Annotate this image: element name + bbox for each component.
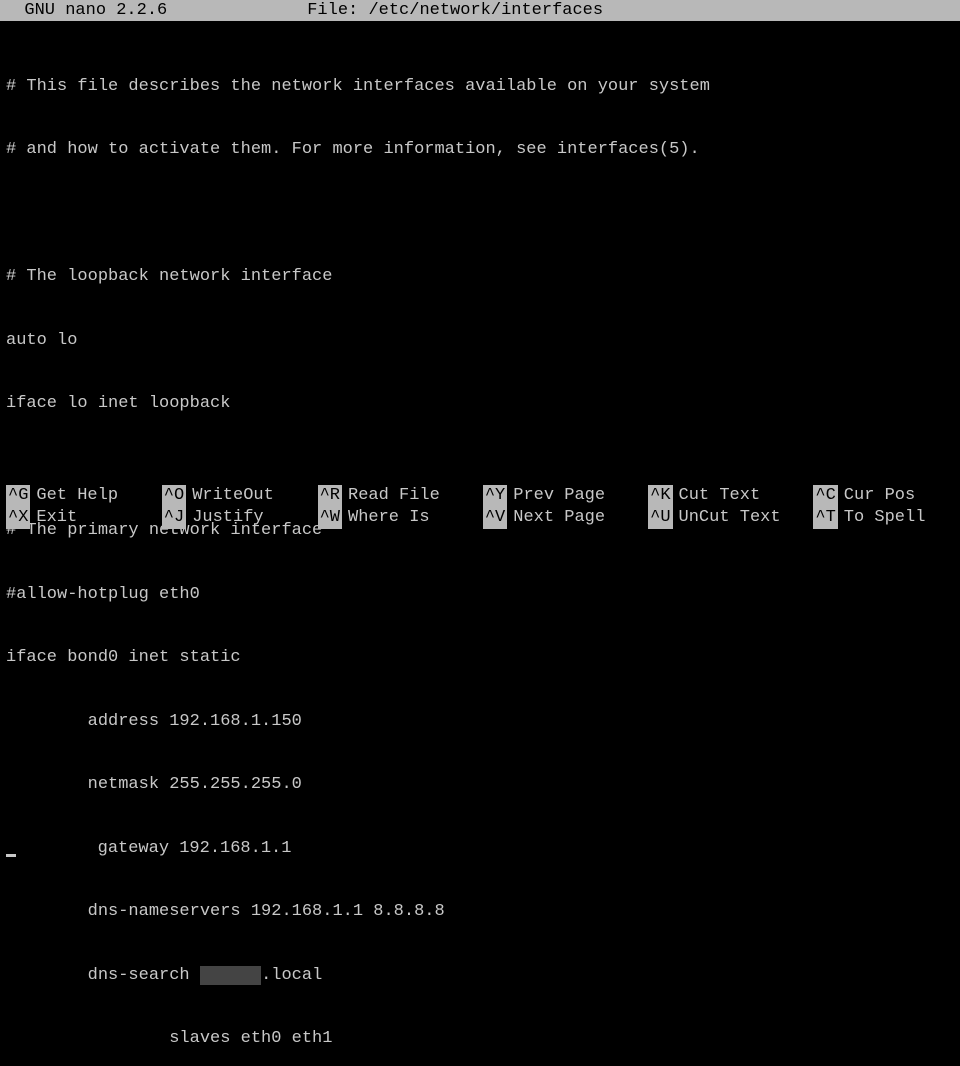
editor-line: dns-search .local [6, 965, 954, 986]
action-label: Cut Text [673, 485, 761, 506]
editor-line: # This file describes the network interf… [6, 76, 954, 97]
key-label: ^W [318, 507, 342, 528]
editor-line: # and how to activate them. For more inf… [6, 139, 954, 160]
action-label: Cur Pos [838, 485, 915, 506]
action-label: Prev Page [507, 485, 605, 506]
key-label: ^C [813, 485, 837, 506]
editor-line: dns-nameservers 192.168.1.1 8.8.8.8 [6, 901, 954, 922]
editor-line: netmask 255.255.255.0 [6, 774, 954, 795]
key-label: ^U [648, 507, 672, 528]
action-label: Get Help [30, 485, 118, 506]
editor-line: iface bond0 inet static [6, 647, 954, 668]
shortcut-to-spell[interactable]: ^TTo Spell [813, 507, 946, 528]
shortcut-read-file[interactable]: ^RRead File [318, 485, 475, 506]
redacted-text [200, 966, 261, 985]
shortcut-get-help[interactable]: ^GGet Help [6, 485, 154, 506]
file-path: File: /etc/network/interfaces [307, 0, 603, 21]
shortcut-writeout[interactable]: ^OWriteOut [162, 485, 310, 506]
action-label: Where Is [342, 507, 430, 528]
action-label: Next Page [507, 507, 605, 528]
shortcut-prev-page[interactable]: ^YPrev Page [483, 485, 640, 506]
editor-area[interactable]: # This file describes the network interf… [0, 21, 960, 1066]
key-label: ^T [813, 507, 837, 528]
key-label: ^V [483, 507, 507, 528]
cursor [6, 854, 16, 857]
key-label: ^R [318, 485, 342, 506]
editor-line: gateway 192.168.1.1 [6, 838, 954, 859]
shortcut-justify[interactable]: ^JJustify [162, 507, 310, 528]
action-label: Read File [342, 485, 440, 506]
shortcut-uncut-text[interactable]: ^UUnCut Text [648, 507, 805, 528]
editor-line [6, 203, 954, 224]
editor-line: #allow-hotplug eth0 [6, 584, 954, 605]
editor-line: address 192.168.1.150 [6, 711, 954, 732]
shortcut-row: ^XExit ^JJustify ^WWhere Is ^VNext Page … [6, 507, 954, 529]
shortcut-exit[interactable]: ^XExit [6, 507, 154, 528]
key-label: ^X [6, 507, 30, 528]
action-label: UnCut Text [673, 507, 781, 528]
app-name: GNU nano 2.2.6 [4, 0, 167, 21]
shortcut-cut-text[interactable]: ^KCut Text [648, 485, 805, 506]
key-label: ^Y [483, 485, 507, 506]
action-label: To Spell [838, 507, 926, 528]
editor-line [6, 457, 954, 478]
key-label: ^O [162, 485, 186, 506]
key-label: ^J [162, 507, 186, 528]
key-label: ^G [6, 485, 30, 506]
action-label: Exit [30, 507, 77, 528]
shortcut-where-is[interactable]: ^WWhere Is [318, 507, 475, 528]
nano-header: GNU nano 2.2.6 File: /etc/network/interf… [0, 0, 960, 21]
action-label: Justify [186, 507, 263, 528]
editor-line: slaves eth0 eth1 [6, 1028, 954, 1049]
shortcut-next-page[interactable]: ^VNext Page [483, 507, 640, 528]
editor-line: # The loopback network interface [6, 266, 954, 287]
editor-line: auto lo [6, 330, 954, 351]
action-label: WriteOut [186, 485, 274, 506]
shortcut-cur-pos[interactable]: ^CCur Pos [813, 485, 946, 506]
shortcut-row: ^GGet Help ^OWriteOut ^RRead File ^YPrev… [6, 485, 954, 507]
key-label: ^K [648, 485, 672, 506]
editor-line: iface lo inet loopback [6, 393, 954, 414]
shortcut-bar: ^GGet Help ^OWriteOut ^RRead File ^YPrev… [0, 485, 960, 533]
